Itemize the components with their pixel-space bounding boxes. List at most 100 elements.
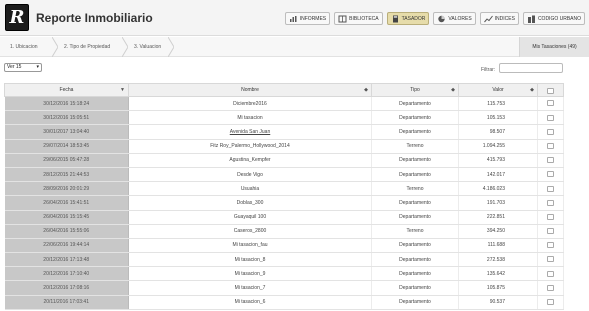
cell-select	[537, 295, 564, 310]
book-icon	[338, 15, 347, 23]
cell-nombre: Guayaquil 100	[128, 210, 372, 225]
cell-tipo: Departamento	[371, 153, 459, 168]
cell-valor: 142.017	[458, 167, 538, 183]
cell-valor: 4.186.023	[458, 181, 538, 197]
table-row[interactable]: 30/01/2017 13:04:40 Avenida San Juan Depar…	[4, 124, 564, 140]
nav-button-codigo-urbano[interactable]: CODIGO URBANO	[522, 12, 585, 25]
row-checkbox[interactable]	[547, 256, 554, 263]
cell-tipo: Departamento	[371, 266, 459, 282]
row-checkbox[interactable]	[547, 157, 554, 164]
step-separator-icon	[168, 37, 174, 57]
logo-letter: R	[9, 7, 25, 28]
step-ubicacion[interactable]: 1. Ubicacion	[10, 37, 38, 57]
cell-valor: 90.537	[458, 295, 538, 310]
column-label: Valor	[492, 87, 504, 93]
row-checkbox[interactable]	[547, 270, 554, 277]
page-size-select[interactable]: Ver 15 ▾	[4, 63, 42, 72]
cell-nombre: Agustina_Kempfer	[128, 153, 372, 168]
app-title: Reporte Inmobiliario	[36, 11, 153, 25]
app-header: R Reporte Inmobiliario INFORMES BIBLIOTEC…	[0, 0, 589, 36]
building-icon	[527, 15, 536, 23]
nav-button-indices[interactable]: INDICES	[479, 12, 519, 25]
cell-fecha: 20/12/2016 17:13:48	[4, 252, 129, 268]
table-row[interactable]: 22/06/2016 19:44:14 Mi tasacion_fau Depart…	[4, 238, 564, 254]
cell-tipo: Departamento	[371, 238, 459, 254]
row-checkbox[interactable]	[547, 284, 554, 291]
table-row[interactable]: 30/12/2016 15:18:24 Diciembre2016 Departam…	[4, 96, 564, 112]
row-checkbox[interactable]	[547, 228, 554, 235]
cell-tipo: Departamento	[371, 195, 459, 211]
cell-select	[537, 252, 564, 268]
cell-tipo: Terreno	[371, 181, 459, 197]
column-header-tipo[interactable]: Tipo ◆	[371, 83, 459, 97]
row-checkbox[interactable]	[547, 199, 554, 206]
cell-fecha: 30/01/2017 13:04:40	[4, 124, 129, 140]
cell-fecha: 20/12/2016 17:10:40	[4, 266, 129, 282]
step-tipo-propiedad[interactable]: 2. Tipo de Propiedad	[64, 37, 110, 57]
filter-input[interactable]	[499, 63, 563, 73]
cell-nombre: Mi tasacion_8	[128, 252, 372, 268]
cell-select	[537, 153, 564, 168]
cell-nombre[interactable]: Avenida San Juan	[128, 124, 372, 140]
cell-tipo: Terreno	[371, 139, 459, 154]
table-row[interactable]: 29/07/2014 18:53:45 Fitz Roy_Palermo_Holl…	[4, 139, 564, 154]
main-nav: INFORMES BIBLIOTECA TASADOR VALORES INDICES C…	[284, 12, 585, 25]
row-checkbox[interactable]	[547, 100, 554, 107]
table-row[interactable]: 20/12/2016 17:08:16 Mi tasacion_7 Departam…	[4, 280, 564, 296]
cell-nombre: Mi tasacion_fau	[128, 238, 372, 254]
column-header-valor[interactable]: Valor ◆	[458, 83, 538, 97]
column-header-select[interactable]	[537, 83, 564, 97]
table-row[interactable]: 28/09/2016 20:01:29 Usuahia Terreno 4.186.0…	[4, 181, 564, 197]
chart-icon	[289, 15, 298, 23]
column-label: Nombre	[241, 87, 259, 93]
row-checkbox[interactable]	[547, 242, 554, 249]
row-checkbox[interactable]	[547, 213, 554, 220]
nav-button-tasador[interactable]: TASADOR	[386, 12, 430, 25]
table-row[interactable]: 20/12/2016 17:13:48 Mi tasacion_8 Departam…	[4, 252, 564, 268]
cell-nombre: Mi tasacion_7	[128, 280, 372, 296]
cell-tipo: Departamento	[371, 124, 459, 140]
app-logo[interactable]: R	[5, 4, 29, 31]
row-checkbox[interactable]	[547, 185, 554, 192]
column-header-nombre[interactable]: Nombre ◆	[128, 83, 372, 97]
row-checkbox[interactable]	[547, 114, 554, 121]
nav-button-valores[interactable]: VALORES	[433, 12, 476, 25]
table-row[interactable]: 26/04/2016 15:41:51 Doblas_300 Departament…	[4, 195, 564, 211]
line-chart-icon	[483, 15, 493, 23]
sort-icon: ◆	[364, 87, 368, 93]
cell-valor: 272.538	[458, 252, 538, 268]
nav-button-label: TASADOR	[401, 15, 426, 22]
table-row[interactable]: 26/04/2016 15:55:06 Caseros_2800 Terreno 39…	[4, 224, 564, 239]
table-row[interactable]: 20/11/2016 17:03:41 Mi tasacion_6 Departam…	[4, 295, 564, 310]
cell-fecha: 30/12/2016 15:18:24	[4, 96, 129, 112]
table-row[interactable]: 30/12/2016 15:05:51 Mi tasacion Departamen…	[4, 110, 564, 126]
table-row[interactable]: 26/04/2016 15:15:45 Guayaquil 100 Departam…	[4, 210, 564, 225]
cell-valor: 115.753	[458, 96, 538, 112]
column-label: Tipo	[410, 87, 420, 93]
row-checkbox[interactable]	[547, 128, 554, 135]
nav-button-label: CODIGO URBANO	[537, 15, 581, 22]
select-all-checkbox[interactable]	[547, 87, 554, 94]
nav-button-biblioteca[interactable]: BIBLIOTECA	[334, 12, 383, 25]
cell-select	[537, 195, 564, 211]
nav-button-label: BIBLIOTECA	[349, 15, 379, 22]
mis-tasaciones-tab[interactable]: Mis Tasaciones (49)	[519, 37, 589, 57]
row-checkbox[interactable]	[547, 299, 554, 306]
cell-tipo: Departamento	[371, 167, 459, 183]
row-checkbox[interactable]	[547, 142, 554, 149]
table-row[interactable]: 20/12/2016 17:10:40 Mi tasacion_9 Departam…	[4, 266, 564, 282]
cell-valor: 222.851	[458, 210, 538, 225]
nav-button-informes[interactable]: INFORMES	[284, 12, 331, 25]
cell-select	[537, 210, 564, 225]
column-header-fecha[interactable]: Fecha ▼	[4, 83, 129, 97]
step-valuacion[interactable]: 3. Valuacion	[134, 37, 161, 57]
table-row[interactable]: 29/06/2015 05:47:28 Agustina_Kempfer Depar…	[4, 153, 564, 168]
cell-tipo: Departamento	[371, 295, 459, 310]
cell-fecha: 28/09/2016 20:01:29	[4, 181, 129, 197]
cell-select	[537, 167, 564, 183]
row-checkbox[interactable]	[547, 171, 554, 178]
chevron-down-icon: ▾	[36, 64, 39, 70]
cell-valor: 394.250	[458, 224, 538, 239]
cell-nombre: Mi tasacion	[128, 110, 372, 126]
table-row[interactable]: 28/12/2015 21:44:53 Desde Vigo Departament…	[4, 167, 564, 183]
